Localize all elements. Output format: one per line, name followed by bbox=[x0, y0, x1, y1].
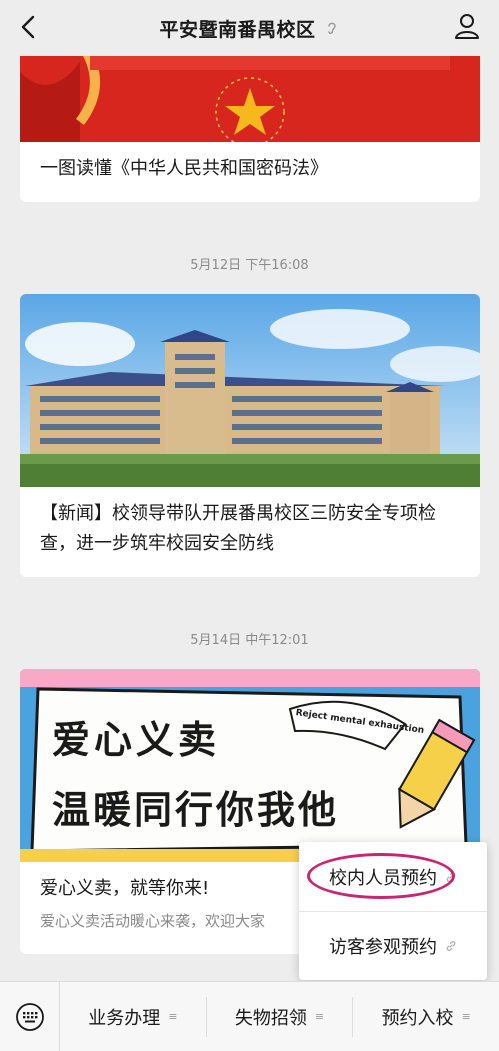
menu-item-visitor-appointment[interactable]: 访客参观预约 bbox=[299, 911, 487, 980]
menu-item-label: 校内人员预约 bbox=[329, 867, 437, 889]
top-nav-bar: 平安暨南番禺校区 bbox=[0, 0, 499, 56]
article-title[interactable]: 一图读懂《中华人民共和国密码法》 bbox=[20, 142, 480, 200]
menu-item-label: 访客参观预约 bbox=[329, 937, 437, 958]
article-title[interactable]: 【新闻】校领导带队开展番禺校区三防安全专项检查，进一步筑牢校园安全防线 bbox=[20, 487, 480, 575]
menu-business[interactable]: 业务办理 ≡ bbox=[60, 997, 206, 1037]
banner-line1: 爱心义卖 bbox=[52, 718, 221, 762]
timestamp: 5月12日 下午16:08 bbox=[190, 258, 309, 273]
menu-appointment[interactable]: 预约入校 ≡ bbox=[352, 996, 499, 1037]
keyboard-icon bbox=[15, 1002, 44, 1031]
article-card-safety-inspection[interactable]: 【新闻】校领导带队开展番禺校区三防安全专项检查，进一步筑牢校园安全防线 bbox=[20, 294, 480, 577]
back-arrow-icon[interactable] bbox=[14, 12, 44, 42]
menu-lost-and-found[interactable]: 失物招领 ≡ bbox=[205, 996, 353, 1037]
menu-label: 业务办理 bbox=[88, 1007, 161, 1029]
article-cover-image bbox=[20, 294, 480, 487]
menu-lines-icon: ≡ bbox=[461, 1010, 471, 1023]
timestamp: 5月14日 中午12:01 bbox=[190, 633, 309, 648]
article-cover-image: 爱心义卖 温暖同行你我他 Reject mental exhaustion bbox=[20, 669, 480, 862]
appointment-popup-menu: 校内人员预约 访客参观预约 bbox=[299, 842, 487, 980]
link-icon bbox=[446, 941, 456, 951]
ear-icon[interactable] bbox=[324, 20, 340, 36]
article-card-password-law[interactable]: 一图读懂《中华人民共和国密码法》 bbox=[20, 42, 480, 202]
menu-lines-icon: ≡ bbox=[168, 1010, 178, 1023]
menu-label: 预约入校 bbox=[381, 1007, 454, 1029]
bottom-menu-bar: 业务办理 ≡ 失物招领 ≡ 预约入校 ≡ bbox=[0, 981, 499, 1051]
keyboard-toggle[interactable] bbox=[0, 981, 60, 1051]
menu-lines-icon: ≡ bbox=[314, 1010, 325, 1023]
menu-item-staff-appointment[interactable]: 校内人员预约 bbox=[299, 842, 487, 911]
banner-line2: 温暖同行你我他 bbox=[52, 788, 340, 832]
article-cover-image bbox=[20, 42, 480, 142]
profile-icon[interactable] bbox=[453, 12, 481, 40]
link-icon bbox=[446, 871, 456, 882]
menu-label: 失物招领 bbox=[234, 1007, 307, 1029]
page-title: 平安暨南番禺校区 bbox=[159, 18, 316, 41]
